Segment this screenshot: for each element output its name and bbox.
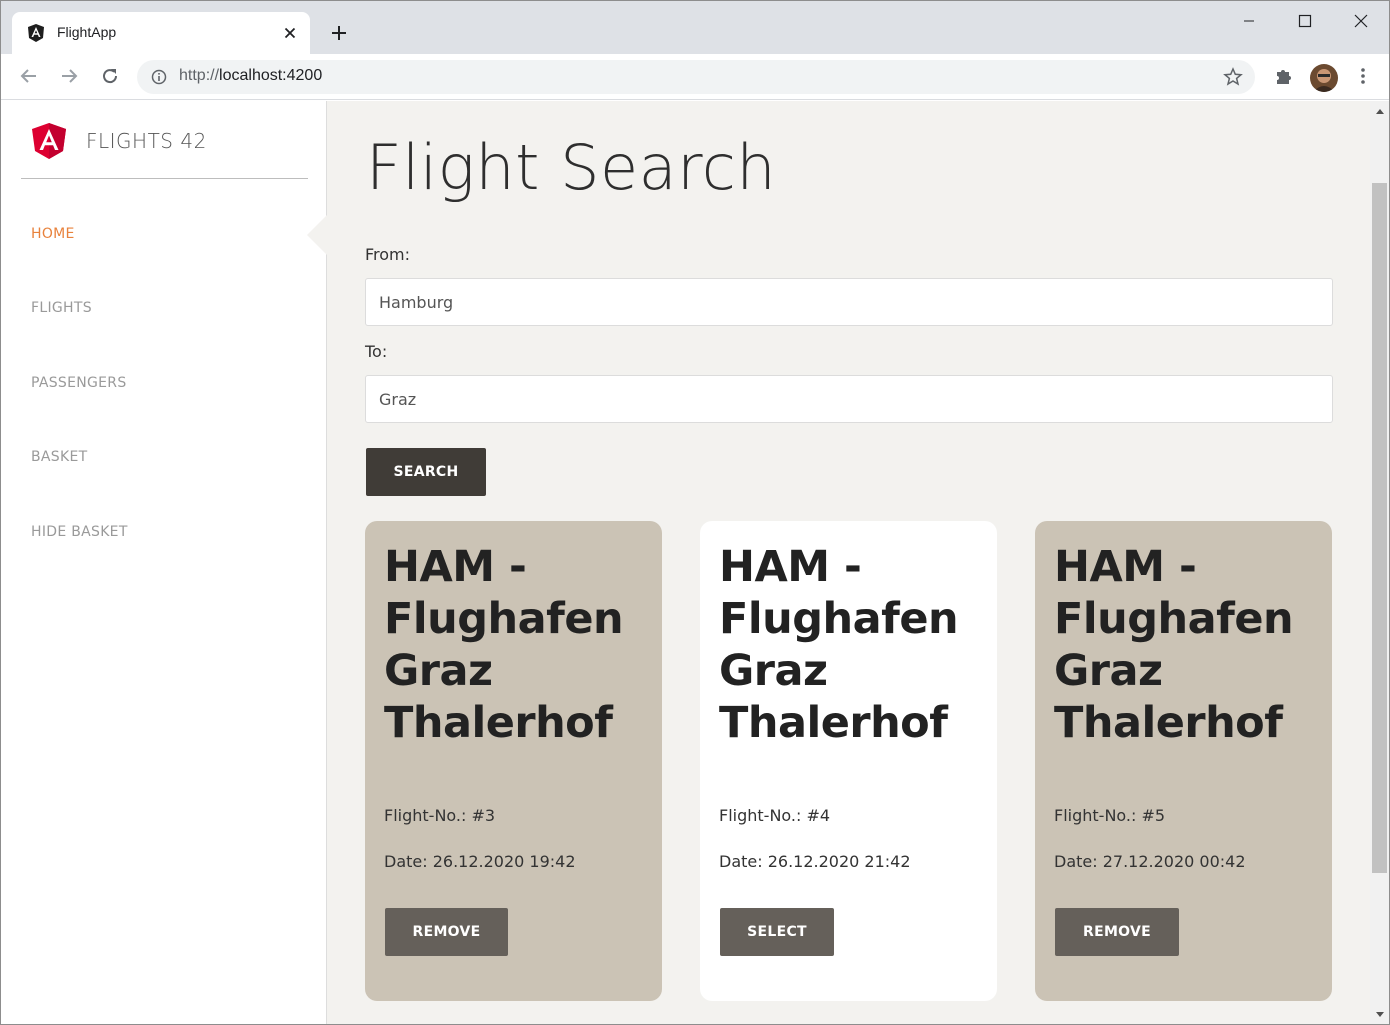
maximize-button[interactable] xyxy=(1277,1,1333,41)
flight-date: Date: 26.12.2020 19:42 xyxy=(384,852,576,871)
flight-route: HAM - Flughafen Graz Thalerhof xyxy=(384,542,624,748)
close-window-icon xyxy=(1354,14,1368,28)
page-title: Flight Search xyxy=(366,131,777,204)
sidebar-item-flights[interactable]: FLIGHTS xyxy=(31,300,92,316)
angular-logo-icon xyxy=(32,123,66,159)
flight-number: Flight-No.: #5 xyxy=(1054,806,1166,825)
back-button[interactable] xyxy=(17,64,41,88)
tab-title: FlightApp xyxy=(57,24,117,40)
close-window-button[interactable] xyxy=(1333,1,1389,41)
url-host: localhost:4200 xyxy=(219,67,323,84)
close-tab-icon[interactable] xyxy=(282,25,298,41)
main-content: Flight Search From: To: SEARCH HAM - Flu… xyxy=(327,101,1370,1024)
scroll-down-button[interactable] xyxy=(1370,1006,1389,1023)
flight-date: Date: 26.12.2020 21:42 xyxy=(719,852,911,871)
search-button[interactable]: SEARCH xyxy=(366,448,486,496)
profile-avatar-icon xyxy=(1310,64,1338,92)
maximize-icon xyxy=(1298,14,1312,28)
forward-button[interactable] xyxy=(57,64,81,88)
sidebar: FLIGHTS 42 HOME FLIGHTS PASSENGERS BASKE… xyxy=(1,101,327,1024)
from-label: From: xyxy=(365,245,411,264)
remove-button[interactable]: REMOVE xyxy=(1055,908,1179,956)
to-input[interactable] xyxy=(365,375,1333,423)
minimize-icon xyxy=(1244,20,1254,22)
scroll-up-button[interactable] xyxy=(1370,103,1389,120)
select-button[interactable]: SELECT xyxy=(720,908,834,956)
page-viewport: FLIGHTS 42 HOME FLIGHTS PASSENGERS BASKE… xyxy=(1,101,1389,1024)
address-bar[interactable]: http://localhost:4200 xyxy=(137,60,1255,94)
browser-tab[interactable]: FlightApp xyxy=(12,12,310,54)
remove-button[interactable]: REMOVE xyxy=(385,908,508,956)
to-label: To: xyxy=(365,342,388,361)
scroll-down-arrow-icon xyxy=(1375,1012,1384,1017)
sidebar-item-passengers[interactable]: PASSENGERS xyxy=(31,375,127,391)
browser-toolbar: http://localhost:4200 xyxy=(1,54,1389,100)
reload-icon xyxy=(103,69,118,84)
angular-favicon-icon xyxy=(28,24,44,42)
scroll-up-arrow-icon xyxy=(1375,109,1384,114)
flight-card: HAM - Flughafen Graz Thalerhof Flight-No… xyxy=(1035,521,1332,1001)
vertical-scrollbar[interactable] xyxy=(1370,101,1389,1024)
more-vertical-icon xyxy=(1361,68,1365,84)
tab-strip: FlightApp xyxy=(1,1,1389,54)
new-tab-icon[interactable] xyxy=(327,21,351,45)
browser-menu-button[interactable] xyxy=(1351,64,1375,88)
extensions-button[interactable] xyxy=(1271,64,1295,88)
active-nav-pointer xyxy=(307,215,327,255)
flight-date: Date: 27.12.2020 00:42 xyxy=(1054,852,1246,871)
sidebar-item-home[interactable]: HOME xyxy=(31,226,75,242)
flight-route: HAM - Flughafen Graz Thalerhof xyxy=(719,542,959,748)
puzzle-piece-icon xyxy=(1277,70,1291,84)
sidebar-item-hide-basket[interactable]: HIDE BASKET xyxy=(31,524,128,540)
bookmark-star-icon[interactable] xyxy=(1223,67,1243,87)
sidebar-item-basket[interactable]: BASKET xyxy=(31,449,87,465)
minimize-button[interactable] xyxy=(1221,1,1277,41)
flight-number: Flight-No.: #4 xyxy=(719,806,831,825)
brand[interactable]: FLIGHTS 42 xyxy=(21,101,308,179)
back-arrow-icon xyxy=(20,69,36,83)
forward-arrow-icon xyxy=(62,69,78,83)
flight-card: HAM - Flughafen Graz Thalerhof Flight-No… xyxy=(700,521,997,1001)
site-info-icon[interactable] xyxy=(151,69,167,85)
profile-avatar[interactable] xyxy=(1310,64,1338,92)
flight-number: Flight-No.: #3 xyxy=(384,806,496,825)
browser-window: FlightApp http://localhost:4200 FLIGHTS … xyxy=(0,0,1390,1025)
scrollbar-thumb[interactable] xyxy=(1372,183,1387,873)
flight-card: HAM - Flughafen Graz Thalerhof Flight-No… xyxy=(365,521,662,1001)
url-text[interactable]: http://localhost:4200 xyxy=(179,67,322,85)
from-input[interactable] xyxy=(365,278,1333,326)
flight-route: HAM - Flughafen Graz Thalerhof xyxy=(1054,542,1294,748)
reload-button[interactable] xyxy=(98,64,122,88)
brand-name: FLIGHTS 42 xyxy=(86,129,207,153)
url-protocol: http:// xyxy=(179,67,220,84)
